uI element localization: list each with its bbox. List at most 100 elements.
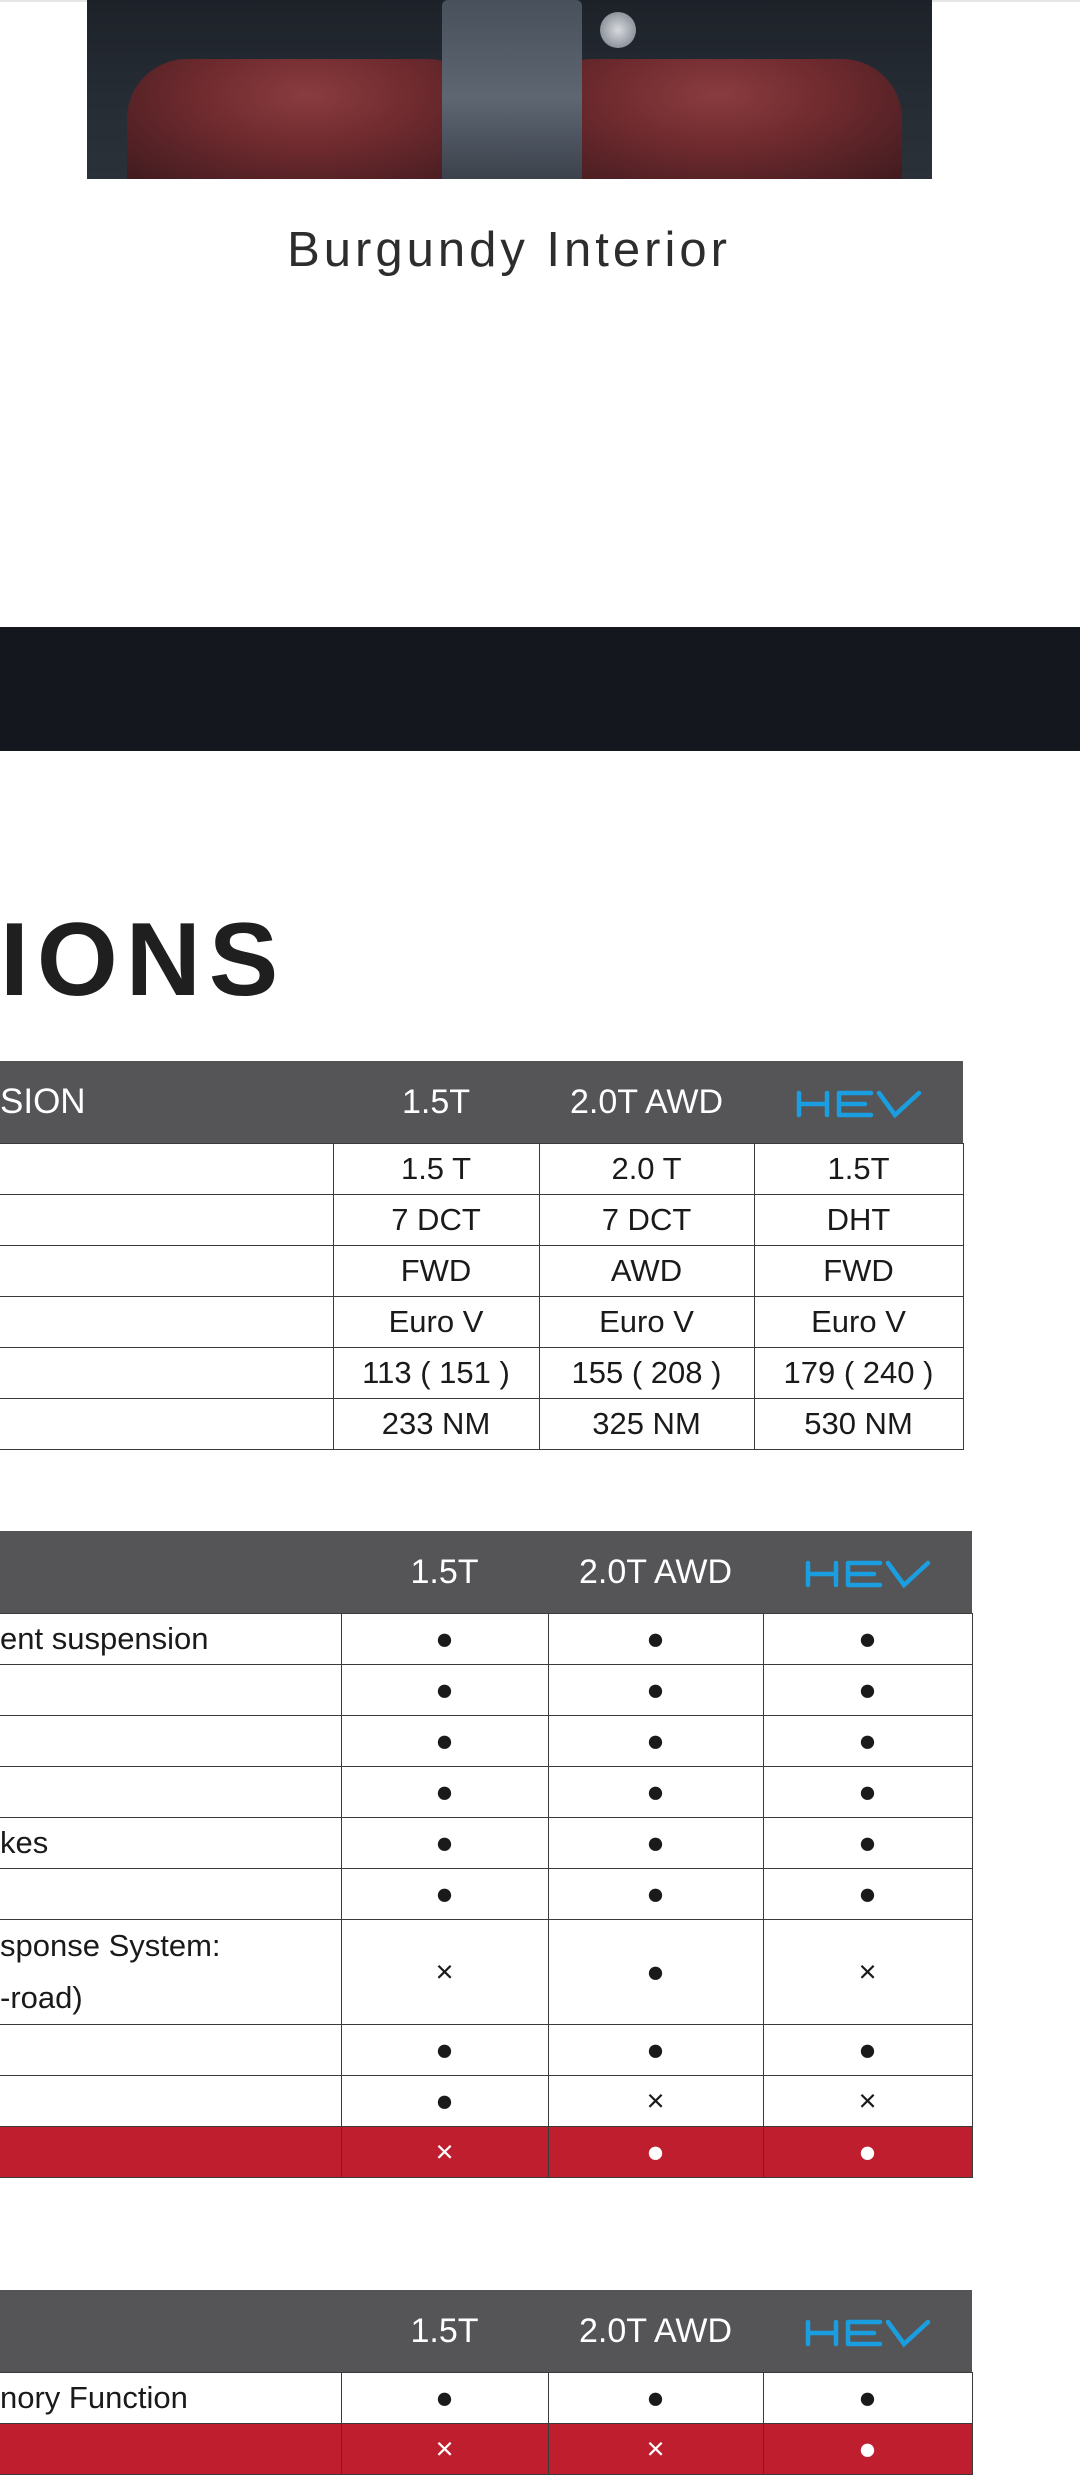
- table-header-row: 1.5T 2.0T AWD: [0, 2290, 972, 2373]
- hev-logo-icon: [805, 2319, 930, 2347]
- cell-2-0t: AWD: [538, 1245, 755, 1297]
- left-seat-shape: [127, 59, 487, 179]
- included-dot-icon: ●: [340, 2372, 549, 2424]
- dark-band: [0, 627, 1080, 751]
- cell-2-0t: 155 ( 208 ): [538, 1347, 755, 1399]
- excluded-cross-icon: ×: [547, 2075, 764, 2127]
- table-row: ent suspension ● ● ●: [0, 1613, 973, 1665]
- header-1-5t: 1.5T: [333, 1061, 539, 1144]
- included-dot-icon: ●: [547, 1715, 764, 1767]
- cell-hev: 1.5T: [753, 1143, 964, 1195]
- table-row: FWD AWD FWD: [0, 1245, 964, 1297]
- row-label: [0, 2126, 342, 2178]
- table-header-row: 1.5T 2.0T AWD: [0, 1531, 972, 1614]
- cell-2-0t: 2.0 T: [538, 1143, 755, 1195]
- table-row: sponse System: -road) × ● ×: [0, 1919, 973, 2025]
- table-row: Euro V Euro V Euro V: [0, 1296, 964, 1348]
- header-1-5t: 1.5T: [341, 1531, 548, 1614]
- excluded-cross-icon: ×: [340, 1919, 549, 2025]
- included-dot-icon: ●: [762, 1664, 973, 1716]
- cell-hev: 179 ( 240 ): [753, 1347, 964, 1399]
- row-label: [0, 2423, 342, 2475]
- included-dot-icon: ●: [340, 1868, 549, 1920]
- highlighted-table-row: × × ●: [0, 2423, 973, 2475]
- included-dot-icon: ●: [340, 1613, 549, 1665]
- center-console-shape: [442, 0, 582, 179]
- included-dot-icon: ●: [762, 1868, 973, 1920]
- row-label: [0, 1398, 334, 1450]
- row-label: [0, 1194, 334, 1246]
- photo-caption: Burgundy Interior: [287, 223, 731, 277]
- included-dot-icon: ●: [547, 2024, 764, 2076]
- included-dot-icon: ●: [340, 1664, 549, 1716]
- row-label-line-1: sponse System:: [0, 1928, 221, 1963]
- included-dot-icon: ●: [547, 1868, 764, 1920]
- excluded-cross-icon: ×: [547, 2423, 764, 2475]
- header-hev: [763, 1531, 972, 1614]
- gear-knob-shape: [600, 12, 636, 48]
- table-row: ● ● ●: [0, 2024, 973, 2076]
- included-dot-icon: ●: [547, 1817, 764, 1869]
- included-dot-icon: ●: [547, 1613, 764, 1665]
- included-dot-icon: ●: [340, 2075, 549, 2127]
- table-row: ● ● ●: [0, 1664, 973, 1716]
- row-label: kes: [0, 1817, 342, 1869]
- cell-2-0t: Euro V: [538, 1296, 755, 1348]
- included-dot-icon: ●: [762, 1613, 973, 1665]
- cell-1-5t: 7 DCT: [332, 1194, 540, 1246]
- header-2-0t-awd: 2.0T AWD: [548, 1531, 763, 1614]
- cell-1-5t: 1.5 T: [332, 1143, 540, 1195]
- row-label: ent suspension: [0, 1613, 342, 1665]
- right-seat-shape: [532, 59, 902, 179]
- included-dot-icon: ●: [762, 2024, 973, 2076]
- row-label: [0, 1715, 342, 1767]
- row-label: [0, 1664, 342, 1716]
- engine-spec-table: SION 1.5T 2.0T AWD 1.5 T 2.0 T 1.5T 7 DC…: [0, 1061, 964, 1450]
- included-dot-icon: ●: [340, 1766, 549, 1818]
- hev-logo-icon: [796, 1090, 921, 1118]
- table-row: kes ● ● ●: [0, 1817, 973, 1869]
- header-2-0t-awd: 2.0T AWD: [539, 1061, 754, 1144]
- excluded-cross-icon: ×: [340, 2126, 549, 2178]
- table-row: 233 NM 325 NM 530 NM: [0, 1398, 964, 1450]
- header-blank: [0, 1531, 341, 1614]
- row-label: [0, 1245, 334, 1297]
- table-row: 113 ( 151 ) 155 ( 208 ) 179 ( 240 ): [0, 1347, 964, 1399]
- cell-1-5t: Euro V: [332, 1296, 540, 1348]
- table-header-row: SION 1.5T 2.0T AWD: [0, 1061, 963, 1144]
- included-dot-icon: ●: [340, 1817, 549, 1869]
- cell-hev: Euro V: [753, 1296, 964, 1348]
- included-dot-icon: ●: [762, 1715, 973, 1767]
- included-dot-icon: ●: [547, 1766, 764, 1818]
- section-title: IONS: [0, 902, 287, 1018]
- cell-hev: DHT: [753, 1194, 964, 1246]
- row-label: [0, 1296, 334, 1348]
- header-hev: [763, 2290, 972, 2373]
- row-label: [0, 1347, 334, 1399]
- table-row: ● ● ●: [0, 1766, 973, 1818]
- included-dot-icon: ●: [547, 2372, 764, 2424]
- included-dot-icon: ●: [762, 2126, 973, 2178]
- cell-1-5t: 233 NM: [332, 1398, 540, 1450]
- cell-2-0t: 325 NM: [538, 1398, 755, 1450]
- included-dot-icon: ●: [547, 1664, 764, 1716]
- row-label: [0, 2075, 342, 2127]
- row-label: [0, 1868, 342, 1920]
- cell-1-5t: FWD: [332, 1245, 540, 1297]
- included-dot-icon: ●: [340, 1715, 549, 1767]
- header-blank: [0, 2290, 341, 2373]
- header-hev: [754, 1061, 963, 1144]
- included-dot-icon: ●: [762, 1766, 973, 1818]
- interior-feature-table: 1.5T 2.0T AWD nory Function ● ● ● × × ●: [0, 2290, 973, 2475]
- table-row: 1.5 T 2.0 T 1.5T: [0, 1143, 964, 1195]
- header-1-5t: 1.5T: [341, 2290, 548, 2373]
- chassis-feature-table: 1.5T 2.0T AWD ent suspension ● ● ● ● ● ●…: [0, 1531, 973, 2178]
- row-label-line-2: -road): [0, 1980, 83, 2015]
- included-dot-icon: ●: [340, 2024, 549, 2076]
- included-dot-icon: ●: [762, 2423, 973, 2475]
- table-row: ● ● ●: [0, 1868, 973, 1920]
- table-row: 7 DCT 7 DCT DHT: [0, 1194, 964, 1246]
- row-label: nory Function: [0, 2372, 342, 2424]
- highlighted-table-row: × ● ●: [0, 2126, 973, 2178]
- header-2-0t-awd: 2.0T AWD: [548, 2290, 763, 2373]
